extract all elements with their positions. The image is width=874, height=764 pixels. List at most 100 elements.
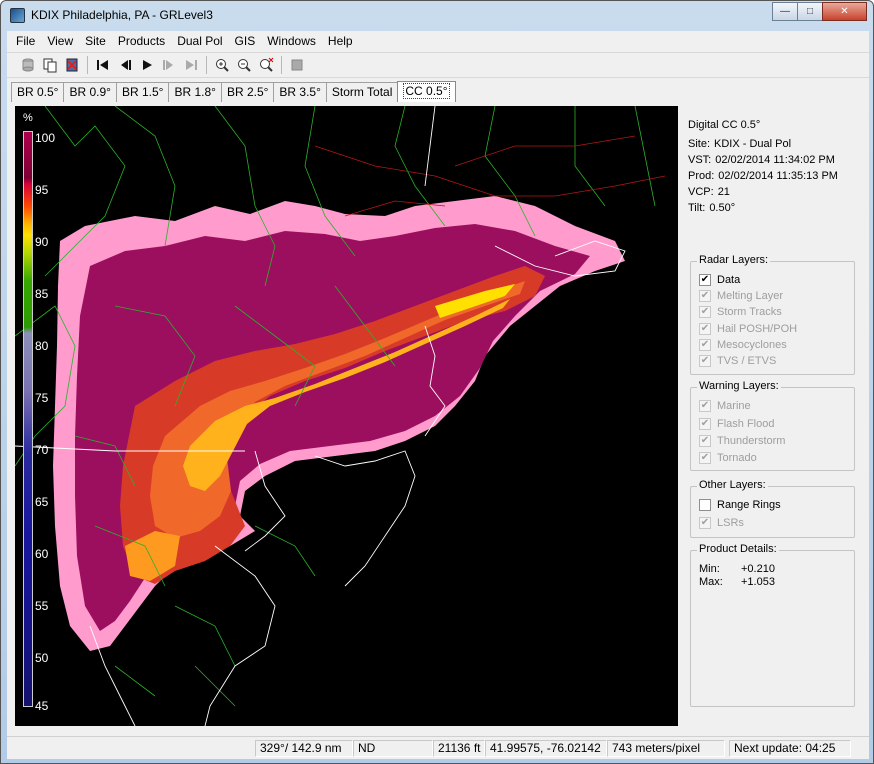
- warning-tornado[interactable]: ✔ Tornado: [699, 452, 757, 464]
- info-label: VCP:: [688, 186, 714, 198]
- group-label: Radar Layers:: [697, 254, 771, 266]
- product-name: Digital CC 0.5°: [688, 119, 761, 131]
- checkbox-checked-icon[interactable]: ✔: [699, 290, 711, 302]
- radar-layers-group: Radar Layers: ✔ Data ✔ Melting Layer ✔ Stor…: [690, 254, 855, 375]
- legend-tick: 75: [35, 391, 49, 405]
- layer-data[interactable]: ✔ Data: [699, 274, 740, 286]
- zoom-out-icon[interactable]: [233, 54, 255, 76]
- detail-min: Min: +0.210: [699, 563, 775, 575]
- legend-tick: 55: [35, 599, 49, 613]
- checkbox-unchecked-icon[interactable]: [699, 499, 711, 511]
- step-forward-icon[interactable]: [158, 54, 180, 76]
- legend-tick: 90: [35, 235, 49, 249]
- tab-br-0-5[interactable]: BR 0.5°: [11, 82, 65, 102]
- warning-thunderstorm[interactable]: ✔ Thunderstorm: [699, 435, 785, 447]
- menu-site[interactable]: Site: [79, 31, 112, 51]
- color-legend: % 100 95 90 85 80 75 70 65 60 55 50 45: [15, 106, 57, 726]
- checkbox-checked-icon[interactable]: ✔: [699, 355, 711, 367]
- skip-end-icon[interactable]: [180, 54, 202, 76]
- checkbox-checked-icon[interactable]: ✔: [699, 418, 711, 430]
- status-value: ND: [353, 740, 433, 757]
- checkbox-label: Marine: [717, 400, 751, 412]
- group-label: Warning Layers:: [697, 380, 781, 392]
- checkbox-label: Flash Flood: [717, 418, 775, 430]
- product-details-group: Product Details: Min: +0.210 Max: +1.053: [690, 543, 855, 707]
- toolbar-separator: [281, 56, 282, 74]
- detail-label: Max:: [699, 576, 723, 588]
- tab-br-3-5[interactable]: BR 3.5°: [273, 82, 327, 102]
- checkbox-checked-icon[interactable]: ✔: [699, 435, 711, 447]
- status-height: 21136 ft: [433, 740, 485, 757]
- menu-dual-pol[interactable]: Dual Pol: [171, 31, 228, 51]
- other-range-rings[interactable]: Range Rings: [699, 499, 781, 511]
- play-icon[interactable]: [136, 54, 158, 76]
- info-tilt: Tilt: 0.50°: [688, 202, 735, 214]
- legend-tick: 45: [35, 699, 49, 713]
- other-lsrs[interactable]: ✔ LSRs: [699, 517, 744, 529]
- info-prod: Prod: 02/02/2014 11:35:13 PM: [688, 170, 838, 182]
- radar-map[interactable]: % 100 95 90 85 80 75 70 65 60 55 50 45: [15, 106, 678, 726]
- checkbox-checked-icon[interactable]: ✔: [699, 323, 711, 335]
- info-label: Site:: [688, 138, 711, 150]
- tab-br-2-5[interactable]: BR 2.5°: [220, 82, 275, 102]
- detail-value: +1.053: [741, 576, 775, 588]
- tab-br-0-9[interactable]: BR 0.9°: [63, 82, 117, 102]
- checkbox-checked-icon[interactable]: ✔: [699, 274, 711, 286]
- stop-icon[interactable]: [286, 54, 308, 76]
- checkbox-label: Mesocyclones: [717, 339, 787, 351]
- menu-gis[interactable]: GIS: [229, 31, 262, 51]
- delete-icon[interactable]: [61, 54, 83, 76]
- checkbox-label: Tornado: [717, 452, 757, 464]
- checkbox-checked-icon[interactable]: ✔: [699, 306, 711, 318]
- menu-products[interactable]: Products: [112, 31, 171, 51]
- status-azimuth-range: 329°/ 142.9 nm: [255, 740, 353, 757]
- warning-flash-flood[interactable]: ✔ Flash Flood: [699, 418, 774, 430]
- tab-br-1-8[interactable]: BR 1.8°: [168, 82, 222, 102]
- zoom-in-icon[interactable]: [211, 54, 233, 76]
- layer-melting-layer[interactable]: ✔ Melting Layer: [699, 290, 783, 302]
- menu-windows[interactable]: Windows: [261, 31, 322, 51]
- menu-help[interactable]: Help: [322, 31, 359, 51]
- tab-br-1-5[interactable]: BR 1.5°: [115, 82, 170, 102]
- legend-tick: 65: [35, 495, 49, 509]
- info-value: 02/02/2014 11:35:13 PM: [718, 170, 838, 182]
- maximize-button[interactable]: □: [797, 2, 823, 21]
- menu-view[interactable]: View: [41, 31, 79, 51]
- tab-cc-0-5-label: CC 0.5°: [403, 83, 450, 99]
- legend-unit: %: [23, 112, 33, 124]
- skip-start-icon[interactable]: [92, 54, 114, 76]
- database-icon[interactable]: [17, 54, 39, 76]
- checkbox-label: LSRs: [717, 517, 744, 529]
- tab-cc-0-5[interactable]: CC 0.5°: [397, 81, 456, 102]
- layer-mesocyclones[interactable]: ✔ Mesocyclones: [699, 339, 787, 351]
- legend-tick: 100: [35, 131, 56, 145]
- copy-icon[interactable]: [39, 54, 61, 76]
- legend-tick: 95: [35, 183, 49, 197]
- group-label: Other Layers:: [697, 479, 768, 491]
- layer-storm-tracks[interactable]: ✔ Storm Tracks: [699, 306, 782, 318]
- menu-file[interactable]: File: [10, 31, 41, 51]
- menu-bar: File View Site Products Dual Pol GIS Win…: [7, 31, 869, 51]
- checkbox-label: Data: [717, 274, 741, 286]
- window-title: KDIX Philadelphia, PA - GRLevel3: [31, 8, 213, 22]
- checkbox-checked-icon[interactable]: ✔: [699, 400, 711, 412]
- info-value: 02/02/2014 11:34:02 PM: [715, 154, 835, 166]
- window-controls: — □ ✕: [772, 2, 867, 21]
- minimize-button[interactable]: —: [772, 2, 798, 21]
- checkbox-checked-icon[interactable]: ✔: [699, 452, 711, 464]
- step-back-icon[interactable]: [114, 54, 136, 76]
- layer-tvs[interactable]: ✔ TVS / ETVS: [699, 355, 776, 367]
- close-button[interactable]: ✕: [822, 2, 867, 21]
- legend-tick: 70: [35, 443, 49, 457]
- group-label: Product Details:: [697, 543, 779, 555]
- checkbox-label: Storm Tracks: [717, 306, 782, 318]
- checkbox-checked-icon[interactable]: ✔: [699, 517, 711, 529]
- legend-tick: 80: [35, 339, 49, 353]
- zoom-reset-icon[interactable]: [255, 54, 277, 76]
- tab-storm-total[interactable]: Storm Total: [325, 82, 399, 102]
- toolbar-separator: [206, 56, 207, 74]
- checkbox-checked-icon[interactable]: ✔: [699, 339, 711, 351]
- warning-marine[interactable]: ✔ Marine: [699, 400, 751, 412]
- title-bar[interactable]: KDIX Philadelphia, PA - GRLevel3 — □ ✕: [1, 1, 873, 31]
- layer-hail[interactable]: ✔ Hail POSH/POH: [699, 323, 797, 335]
